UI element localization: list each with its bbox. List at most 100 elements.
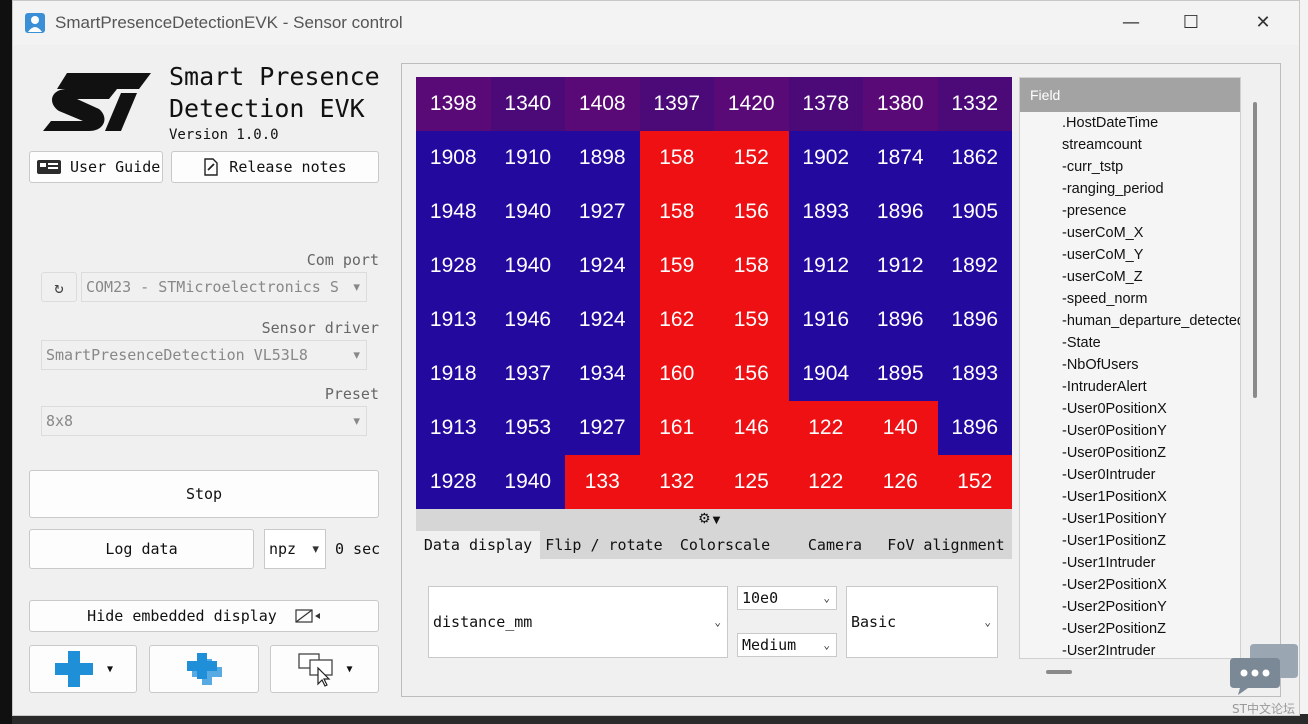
- field-list-item[interactable]: -userCoM_X: [1020, 222, 1240, 244]
- document-edit-icon: [204, 158, 218, 176]
- heatmap-cell: 1420: [714, 77, 789, 131]
- heatmap-cell: 1862: [937, 131, 1012, 185]
- add-button[interactable]: ▼: [29, 645, 137, 693]
- mode-select[interactable]: Basic ⌄: [846, 586, 998, 658]
- field-items: .HostDateTime streamcount -curr_tstp -rangi…: [1020, 112, 1240, 658]
- size-select[interactable]: Medium ⌄: [737, 633, 837, 657]
- com-port-select[interactable]: COM23 - STMicroelectronics S ▼: [81, 272, 367, 302]
- control-panel: Smart Presence Detection EVK Version 1.0…: [13, 45, 393, 717]
- field-list-vscroll[interactable]: [1253, 102, 1257, 398]
- tab-flip-rotate[interactable]: Flip / rotate: [540, 531, 668, 559]
- sensor-driver-select[interactable]: SmartPresenceDetection VL53L8 ▼: [41, 340, 367, 370]
- window-select-button[interactable]: ▼: [270, 645, 379, 693]
- field-list-item[interactable]: -speed_norm: [1020, 288, 1240, 310]
- heatmap-cell: 1898: [565, 131, 640, 185]
- heatmap-cell: 162: [639, 293, 714, 347]
- chevron-down-icon: ⌄: [823, 638, 830, 652]
- field-list-item[interactable]: -IntruderAlert: [1020, 376, 1240, 398]
- release-notes-label: Release notes: [229, 158, 347, 176]
- maximize-button[interactable]: ☐: [1171, 7, 1211, 39]
- chevron-down-icon: ▼: [353, 348, 360, 362]
- background-terminal: [0, 0, 12, 724]
- heatmap-cell: 158: [639, 185, 714, 239]
- heatmap-cell: 132: [639, 455, 714, 509]
- log-format-select[interactable]: npz ▼: [264, 529, 326, 569]
- field-list-item[interactable]: -NbOfUsers: [1020, 354, 1240, 376]
- sensor-driver-label: Sensor driver: [261, 319, 379, 337]
- heatmap-cell: 1918: [416, 347, 491, 401]
- field-list-item[interactable]: -presence: [1020, 200, 1240, 222]
- preset-select[interactable]: 8x8 ▼: [41, 406, 367, 436]
- field-list-header: Field: [1020, 78, 1240, 112]
- stop-button[interactable]: Stop: [29, 470, 379, 518]
- field-list-item[interactable]: -User2Intruder: [1020, 640, 1240, 658]
- chat-bubble-icon[interactable]: [1228, 640, 1300, 696]
- heatmap-cell: 1908: [416, 131, 491, 185]
- heatmap-cell: 126: [863, 455, 938, 509]
- field-list[interactable]: Field .HostDateTime streamcount -curr_tstp…: [1019, 77, 1241, 659]
- heatmap-cell: 122: [788, 455, 863, 509]
- field-list-item[interactable]: -User1PositionY: [1020, 508, 1240, 530]
- field-list-item[interactable]: -User2PositionX: [1020, 574, 1240, 596]
- tab-colorscale[interactable]: Colorscale: [672, 531, 778, 559]
- field-list-item[interactable]: -userCoM_Z: [1020, 266, 1240, 288]
- heatmap-cell: 1924: [565, 293, 640, 347]
- sensor-driver-value: SmartPresenceDetection VL53L8: [46, 346, 308, 364]
- field-list-item[interactable]: -User0PositionZ: [1020, 442, 1240, 464]
- heatmap-cell: 1893: [937, 347, 1012, 401]
- tab-fov-alignment[interactable]: FoV alignment: [882, 531, 1010, 559]
- heatmap-cell: 1948: [416, 185, 491, 239]
- tab-camera[interactable]: Camera: [790, 531, 880, 559]
- add-multiple-button[interactable]: [149, 645, 259, 693]
- watermark: ST中文论坛: [1232, 702, 1295, 716]
- release-notes-button[interactable]: Release notes: [171, 151, 379, 183]
- heatmap-cell: 133: [565, 455, 640, 509]
- hide-embedded-display-button[interactable]: Hide embedded display: [29, 600, 379, 632]
- field-list-item[interactable]: streamcount: [1020, 134, 1240, 156]
- field-list-item[interactable]: -User2PositionY: [1020, 596, 1240, 618]
- chevron-down-icon: ⌄: [984, 615, 991, 629]
- field-list-item[interactable]: -User1PositionX: [1020, 486, 1240, 508]
- mode-value: Basic: [851, 613, 897, 631]
- settings-menu[interactable]: ⚙ ▼: [698, 511, 720, 527]
- close-button[interactable]: ✕: [1243, 7, 1283, 39]
- field-list-item[interactable]: -ranging_period: [1020, 178, 1240, 200]
- field-list-item[interactable]: -State: [1020, 332, 1240, 354]
- field-list-item[interactable]: -User0PositionX: [1020, 398, 1240, 420]
- field-list-item[interactable]: -human_departure_detected: [1020, 310, 1240, 332]
- tab-data-display[interactable]: Data display: [416, 531, 540, 559]
- minimize-button[interactable]: —: [1111, 7, 1151, 39]
- heatmap-cell: 1874: [863, 131, 938, 185]
- field-list-item[interactable]: -User0PositionY: [1020, 420, 1240, 442]
- heatmap-cell: 1913: [416, 293, 491, 347]
- refresh-ports-button[interactable]: ↻: [41, 272, 77, 302]
- data-field-value: distance_mm: [433, 613, 533, 631]
- st-logo: [43, 73, 151, 131]
- field-list-item[interactable]: -User0Intruder: [1020, 464, 1240, 486]
- title-bar[interactable]: SmartPresenceDetectionEVK - Sensor contr…: [13, 1, 1299, 45]
- stop-label: Stop: [185, 485, 223, 503]
- field-list-item[interactable]: .HostDateTime: [1020, 112, 1240, 134]
- heatmap-cell: 159: [639, 239, 714, 293]
- heatmap-cell: 1946: [490, 293, 565, 347]
- heatmap-cell: 1378: [788, 77, 863, 131]
- log-format-value: npz: [269, 540, 297, 558]
- field-list-item[interactable]: -User2PositionZ: [1020, 618, 1240, 640]
- heatmap-cell: 1896: [863, 293, 938, 347]
- field-list-hscroll[interactable]: [1046, 670, 1072, 674]
- heatmap-cell: 1398: [416, 77, 491, 131]
- log-data-button[interactable]: Log data: [29, 529, 254, 569]
- data-field-select[interactable]: distance_mm ⌄: [428, 586, 728, 658]
- field-list-item[interactable]: -userCoM_Y: [1020, 244, 1240, 266]
- field-list-item[interactable]: -curr_tstp: [1020, 156, 1240, 178]
- heatmap-cell: 160: [639, 347, 714, 401]
- app-icon: [25, 13, 45, 33]
- field-list-item[interactable]: -User1Intruder: [1020, 552, 1240, 574]
- user-guide-button[interactable]: User Guide: [29, 151, 163, 183]
- field-list-item[interactable]: -User1PositionZ: [1020, 530, 1240, 552]
- distance-heatmap: 1398 1340 1408 1397 1420 1378 1380 1332 1908 1910…: [416, 77, 1012, 509]
- scale-select[interactable]: 10e0 ⌄: [737, 586, 837, 610]
- heatmap-cell: 1912: [788, 239, 863, 293]
- heatmap-cell: 1902: [788, 131, 863, 185]
- product-title: Smart Presence Detection EVK: [169, 62, 380, 123]
